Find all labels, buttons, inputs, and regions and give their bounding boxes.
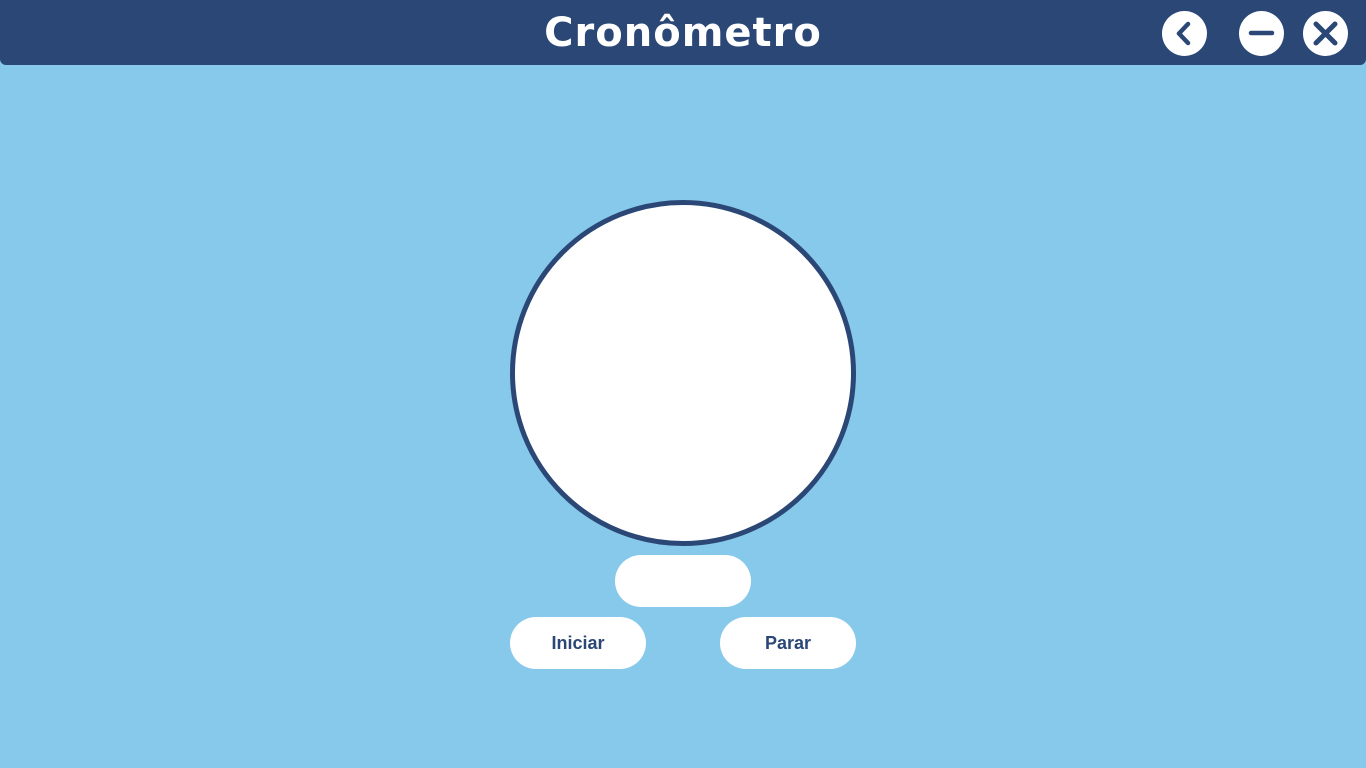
- close-button[interactable]: [1303, 11, 1348, 56]
- time-display: [615, 555, 751, 607]
- chevron-left-icon: [1176, 21, 1191, 46]
- minus-icon: [1248, 30, 1275, 36]
- start-button[interactable]: Iniciar: [510, 617, 646, 669]
- minimize-button[interactable]: [1239, 11, 1284, 56]
- back-button[interactable]: [1162, 11, 1207, 56]
- stopwatch-face: [510, 200, 856, 546]
- title-bar: Cronômetro: [0, 0, 1366, 65]
- stop-button[interactable]: Parar: [720, 617, 856, 669]
- close-icon: [1313, 21, 1338, 46]
